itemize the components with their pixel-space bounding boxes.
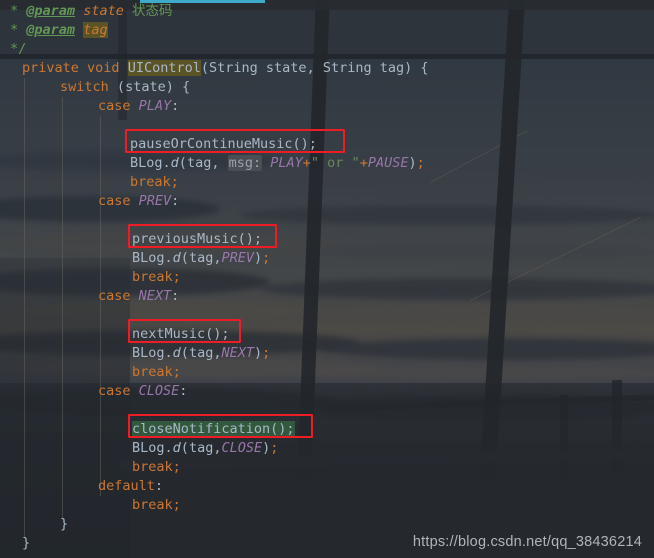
logger-blog: BLog [132, 345, 165, 361]
watermark-url: https://blog.csdn.net/qq_38436214 [412, 534, 642, 550]
code-line-close-switch-brace[interactable]: } [60, 515, 68, 534]
log-method-d: d [172, 250, 181, 266]
code-line-break[interactable]: break; [132, 363, 181, 382]
constant-next: NEXT [138, 288, 172, 304]
code-line-case-play[interactable]: case PLAY: [98, 97, 179, 116]
arg-tag: tag [188, 345, 214, 361]
code-line-log-close[interactable]: BLog.d(tag,CLOSE); [132, 439, 278, 458]
logger-blog: BLog [132, 440, 165, 456]
arg-tag: tag [188, 250, 214, 266]
keyword-break: break [132, 269, 173, 285]
logger-blog: BLog [130, 155, 163, 171]
keyword-break: break [132, 459, 173, 475]
indent-guide [62, 97, 63, 519]
code-line-switch[interactable]: switch (state) { [60, 78, 190, 97]
log-method-d: d [170, 155, 179, 171]
logger-blog: BLog [132, 250, 165, 266]
constant-close: CLOSE [221, 440, 263, 456]
keyword-case: case [98, 383, 131, 399]
arg-tag: tag [186, 155, 212, 171]
arg-tag: tag [379, 60, 405, 76]
arg-state: state [265, 60, 307, 76]
method-name-uicontrol: UIControl [127, 60, 201, 76]
javadoc-param-desc: 状态码 [131, 3, 173, 19]
type-string: String [209, 60, 258, 76]
keyword-switch: switch [60, 79, 109, 95]
log-method-d: d [172, 440, 181, 456]
code-line-log-play[interactable]: BLog.d(tag, msg: PLAY+" or "+PAUSE); [130, 154, 425, 173]
keyword-case: case [98, 193, 131, 209]
constant-play: PLAY [138, 98, 172, 114]
code-editor[interactable]: * @param state 状态码 * @param tag */ priva… [0, 0, 654, 558]
constant-play: PLAY [270, 155, 303, 171]
code-line-close-method-brace[interactable]: } [22, 534, 30, 553]
keyword-void: void [87, 60, 120, 76]
code-line-break[interactable]: break; [132, 458, 181, 477]
log-method-d: d [172, 345, 181, 361]
code-line-method-signature[interactable]: private void UIControl(String state, Str… [22, 59, 429, 78]
javadoc-param-name-state: state [83, 3, 124, 19]
keyword-default: default [98, 478, 155, 494]
keyword-private: private [22, 60, 79, 76]
code-line-case-next[interactable]: case NEXT: [98, 287, 179, 306]
call-pause-or-continue-music: pauseOrContinueMusic(); [130, 136, 317, 152]
code-line-break[interactable]: break; [132, 268, 181, 287]
parameter-hint-msg: msg: [227, 155, 263, 171]
javadoc-end: */ [10, 41, 27, 57]
keyword-break: break [132, 364, 173, 380]
javadoc-star: * [10, 22, 19, 38]
keyword-case: case [98, 288, 131, 304]
keyword-break: break [132, 497, 173, 513]
code-line-default[interactable]: default: [98, 477, 163, 496]
code-line-break[interactable]: break; [132, 496, 181, 515]
switch-subject-state: state [125, 79, 166, 95]
type-string: String [322, 60, 372, 76]
javadoc-param-name-tag: tag [83, 22, 108, 38]
screenshot-root: * @param state 状态码 * @param tag */ priva… [0, 0, 654, 558]
code-line-case-close[interactable]: case CLOSE: [98, 382, 187, 401]
code-line-javadoc-end[interactable]: */ [10, 40, 26, 59]
constant-prev: PREV [138, 193, 172, 209]
code-line-log-next[interactable]: BLog.d(tag,NEXT); [132, 344, 270, 363]
javadoc-tag-param: @param [26, 22, 76, 38]
code-line-call-pause[interactable]: pauseOrContinueMusic(); [130, 135, 317, 154]
call-next-music: nextMusic(); [132, 326, 230, 342]
constant-pause: PAUSE [367, 155, 409, 171]
indent-guide [24, 78, 25, 538]
keyword-case: case [98, 98, 131, 114]
javadoc-star: * [10, 3, 19, 19]
code-line-javadoc-param-tag[interactable]: * @param tag [10, 21, 108, 40]
code-line-call-previous[interactable]: previousMusic(); [132, 230, 262, 249]
code-line-log-prev[interactable]: BLog.d(tag,PREV); [132, 249, 270, 268]
constant-close: CLOSE [138, 383, 180, 399]
code-line-call-close-notification[interactable]: closeNotification(); [132, 420, 295, 439]
code-line-break[interactable]: break; [130, 173, 179, 192]
code-line-case-prev[interactable]: case PREV: [98, 192, 179, 211]
code-line-javadoc-param-state[interactable]: * @param state 状态码 [10, 2, 172, 21]
call-close-notification: closeNotification(); [132, 421, 295, 437]
javadoc-tag-param: @param [26, 3, 76, 19]
constant-next: NEXT [221, 345, 254, 361]
keyword-break: break [130, 174, 171, 190]
constant-prev: PREV [221, 250, 254, 266]
code-line-call-next[interactable]: nextMusic(); [132, 325, 230, 344]
string-or: " or " [310, 155, 360, 171]
indent-guide [100, 116, 101, 496]
arg-tag: tag [188, 440, 214, 456]
call-previous-music: previousMusic(); [132, 231, 263, 247]
